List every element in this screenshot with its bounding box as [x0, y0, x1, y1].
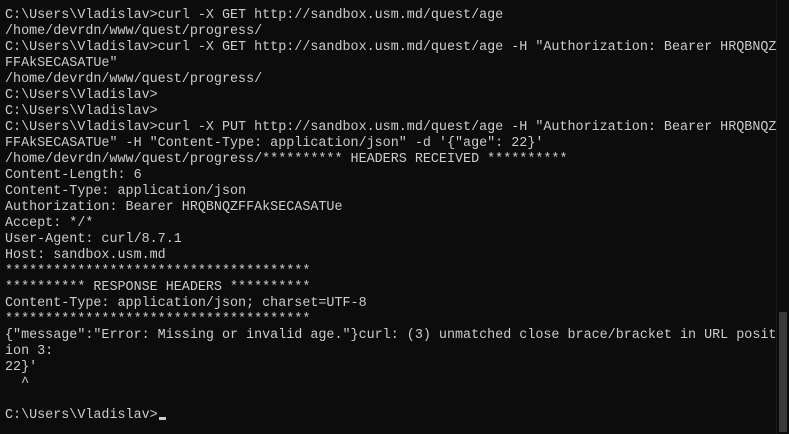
console-output: C:\Users\Vladislav>curl -X GET http://sa… [5, 8, 776, 424]
console-line: C:\Users\Vladislav> [5, 88, 158, 103]
scrollbar-thumb[interactable] [779, 312, 787, 432]
console-line: Host: sandbox.usm.md [5, 248, 166, 263]
console-line: {"message":"Error: Missing or invalid ag… [5, 328, 777, 343]
console-line: FFAkSECASATUe" [5, 56, 118, 71]
vertical-scrollbar[interactable] [776, 0, 789, 434]
console-line: ion 3: [5, 344, 54, 359]
console-prompt-line[interactable]: C:\Users\Vladislav> [5, 408, 776, 424]
console-line: ^ [5, 376, 30, 391]
console-line: 22}' [5, 360, 38, 375]
console-line: /home/devrdn/www/quest/progress/********… [5, 152, 568, 167]
console-line: ************************************** [5, 264, 311, 279]
console-line: C:\Users\Vladislav>curl -X GET http://sa… [5, 40, 777, 55]
console-window[interactable]: C:\Users\Vladislav>curl -X GET http://sa… [0, 0, 777, 434]
console-line: C:\Users\Vladislav> [5, 104, 158, 119]
console-line: /home/devrdn/www/quest/progress/ [5, 24, 263, 39]
console-prompt: C:\Users\Vladislav> [5, 408, 158, 423]
console-line: /home/devrdn/www/quest/progress/ [5, 72, 263, 87]
console-line: Authorization: Bearer HRQBNQZFFAkSECASAT… [5, 200, 343, 215]
console-line: Accept: */* [5, 216, 94, 231]
console-line: C:\Users\Vladislav>curl -X PUT http://sa… [5, 120, 777, 135]
console-line: User-Agent: curl/8.7.1 [5, 232, 182, 247]
text-cursor [158, 417, 166, 420]
console-line: Content-Type: application/json; charset=… [5, 296, 367, 311]
console-line: ********** RESPONSE HEADERS ********** [5, 280, 311, 295]
console-line: FFAkSECASATUe" -H "Content-Type: applica… [5, 136, 544, 151]
console-line: C:\Users\Vladislav>curl -X GET http://sa… [5, 8, 504, 23]
console-line: Content-Length: 6 [5, 168, 142, 183]
console-line: Content-Type: application/json [5, 184, 247, 199]
console-line: ************************************** [5, 312, 311, 327]
